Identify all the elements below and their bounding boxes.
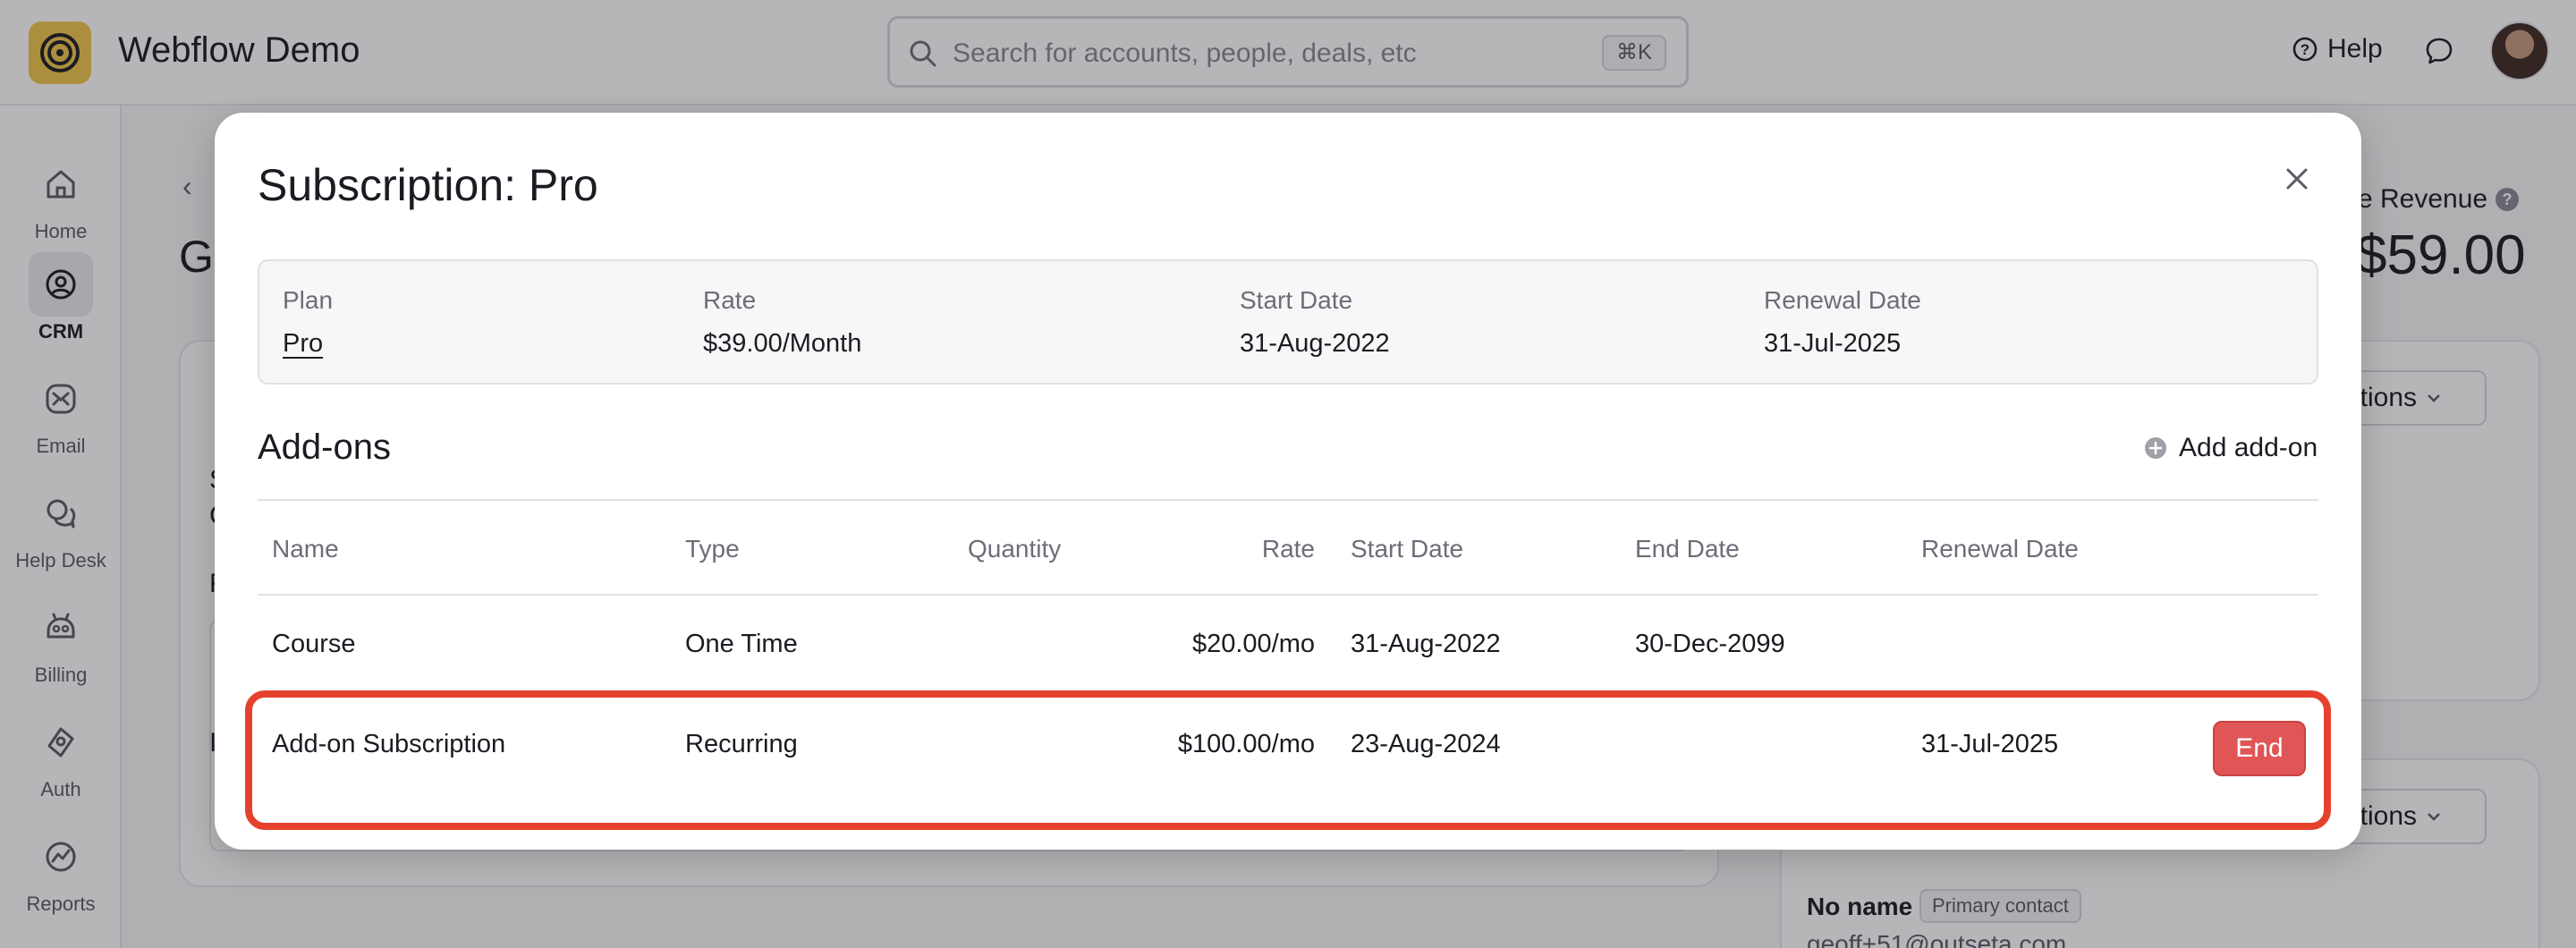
addons-table-header: Name Type Quantity Rate Start Date End D…: [258, 499, 2318, 596]
table-row[interactable]: Course One Time $20.00/mo 31-Aug-2022 30…: [258, 596, 2318, 696]
column-header-name[interactable]: Name: [272, 535, 339, 563]
row-highlight-outline: [245, 690, 2331, 830]
column-header-quantity[interactable]: Quantity: [968, 535, 1061, 563]
end-addon-button[interactable]: End: [2213, 721, 2306, 776]
summary-label: Plan: [283, 286, 334, 314]
column-header-rate[interactable]: Rate: [1152, 535, 1315, 563]
addon-type: One Time: [685, 630, 798, 658]
addon-name: Course: [272, 630, 356, 658]
addon-start-date: 31-Aug-2022: [1351, 630, 1501, 658]
addons-heading: Add-ons: [258, 427, 391, 467]
column-header-renewal-date[interactable]: Renewal Date: [1921, 535, 2079, 563]
summary-value: 31-Jul-2025: [1764, 329, 1902, 358]
plan-link[interactable]: Pro: [283, 329, 323, 359]
close-icon: [2286, 168, 2308, 190]
add-addon-label[interactable]: Add add-on: [2179, 433, 2318, 463]
subscription-modal: Subscription: Pro Plan Pro Rate $39.00/M…: [215, 113, 2361, 850]
summary-value: 31-Aug-2022: [1240, 329, 1390, 358]
column-header-end-date[interactable]: End Date: [1635, 535, 1740, 563]
addon-rate: $20.00/mo: [1191, 630, 1315, 658]
column-header-type[interactable]: Type: [685, 535, 740, 563]
add-addon-button[interactable]: Add add-on: [2143, 433, 2318, 463]
summary-value: $39.00/Month: [703, 329, 862, 358]
addon-end-date: 30-Dec-2099: [1635, 630, 1785, 658]
summary-label: Renewal Date: [1764, 286, 1921, 314]
plan-summary: Plan Pro Rate $39.00/Month Start Date 31…: [258, 259, 2318, 385]
modal-title: Subscription: Pro: [258, 160, 598, 210]
summary-label: Start Date: [1240, 286, 1353, 314]
column-header-start-date[interactable]: Start Date: [1351, 535, 1463, 563]
plus-circle-icon: [2145, 437, 2166, 459]
summary-label: Rate: [703, 286, 757, 314]
close-button[interactable]: [2277, 159, 2317, 199]
